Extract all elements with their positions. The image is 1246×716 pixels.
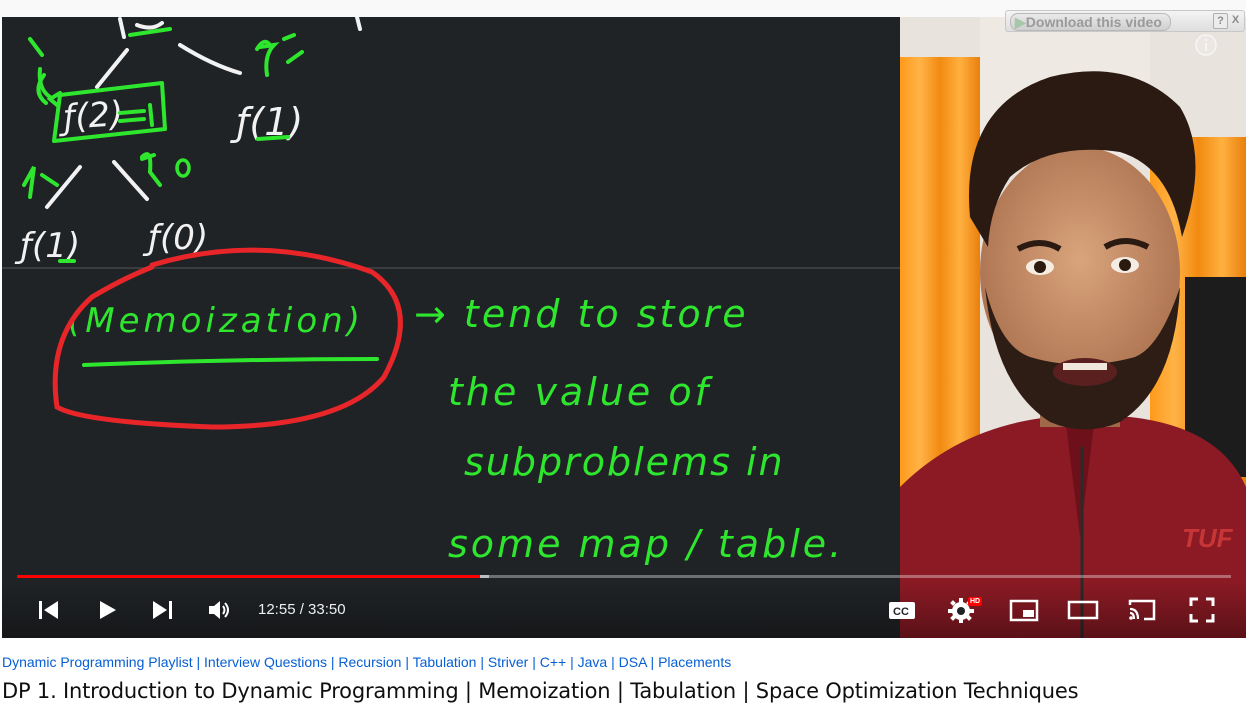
tag-separator: | (528, 654, 540, 670)
time-display: 12:55 / 33:50 (258, 601, 346, 618)
video-title: DP 1. Introduction to Dynamic Programmin… (2, 679, 1079, 703)
miniplayer-icon[interactable] (1009, 597, 1039, 623)
svg-text:the value of: the value of (448, 370, 714, 414)
tag-link[interactable]: Interview Questions (204, 654, 327, 670)
tag-separator: | (326, 654, 339, 670)
tag-link[interactable]: Placements (658, 654, 731, 670)
svg-text:ƒ(2): ƒ(2) (56, 94, 125, 139)
tag-link[interactable]: C++ (540, 654, 566, 670)
svg-text:some map / table.: some map / table. (448, 522, 844, 566)
play-icon[interactable] (94, 597, 120, 623)
play-arrow-icon: ▶ (1015, 14, 1026, 30)
fullscreen-icon[interactable] (1189, 597, 1215, 623)
tag-separator: | (646, 654, 659, 670)
tag-link[interactable]: Recursion (338, 654, 401, 670)
tag-separator: | (607, 654, 619, 670)
cast-icon[interactable] (1126, 597, 1158, 623)
download-close-button[interactable]: X (1229, 13, 1242, 27)
tag-link[interactable]: Dynamic Programming Playlist (2, 654, 193, 670)
progress-bar[interactable] (17, 575, 1231, 578)
svg-text:→ tend to store: → tend to store (414, 292, 749, 336)
download-button-label: Download this video (1025, 14, 1162, 30)
tag-separator: | (401, 654, 413, 670)
download-help-button[interactable]: ? (1213, 13, 1228, 29)
svg-text:(Memoization): (Memoization) (68, 301, 364, 341)
skip-previous-icon[interactable] (36, 597, 62, 623)
download-toolbar: ▶Download this video ? X (1005, 10, 1245, 32)
theater-mode-icon[interactable] (1067, 597, 1099, 623)
video-frame-board: ƒ(2) ƒ(1) ƒ(1) ƒ(0) (Memoization) → tend… (2, 17, 900, 638)
progress-played (17, 575, 481, 578)
skip-next-icon[interactable] (149, 597, 175, 623)
video-tags: Dynamic Programming Playlist | Interview… (2, 654, 731, 670)
volume-icon[interactable] (207, 597, 233, 623)
tag-separator: | (192, 654, 205, 670)
info-icon[interactable] (1195, 34, 1217, 56)
video-player[interactable]: ƒ(2) ƒ(1) ƒ(1) ƒ(0) (Memoization) → tend… (2, 17, 1246, 638)
player-controls: 12:55 / 33:50 CC HD (2, 581, 1246, 638)
svg-text:subproblems in: subproblems in (464, 440, 785, 484)
tag-link[interactable]: Tabulation (413, 654, 477, 670)
tag-link[interactable]: Java (578, 654, 608, 670)
tag-link[interactable]: Striver (488, 654, 528, 670)
presenter-webcam: TUF (900, 17, 1246, 638)
tag-link[interactable]: DSA (619, 654, 647, 670)
settings-gear-icon[interactable]: HD (948, 597, 982, 623)
tuf-watermark: TUF (1182, 523, 1234, 553)
tag-separator: | (476, 654, 488, 670)
captions-icon[interactable]: CC (888, 597, 916, 623)
download-video-button[interactable]: ▶Download this video (1010, 13, 1171, 31)
hd-badge: HD (970, 598, 981, 605)
svg-text:CC: CC (893, 606, 909, 618)
tag-separator: | (566, 654, 578, 670)
